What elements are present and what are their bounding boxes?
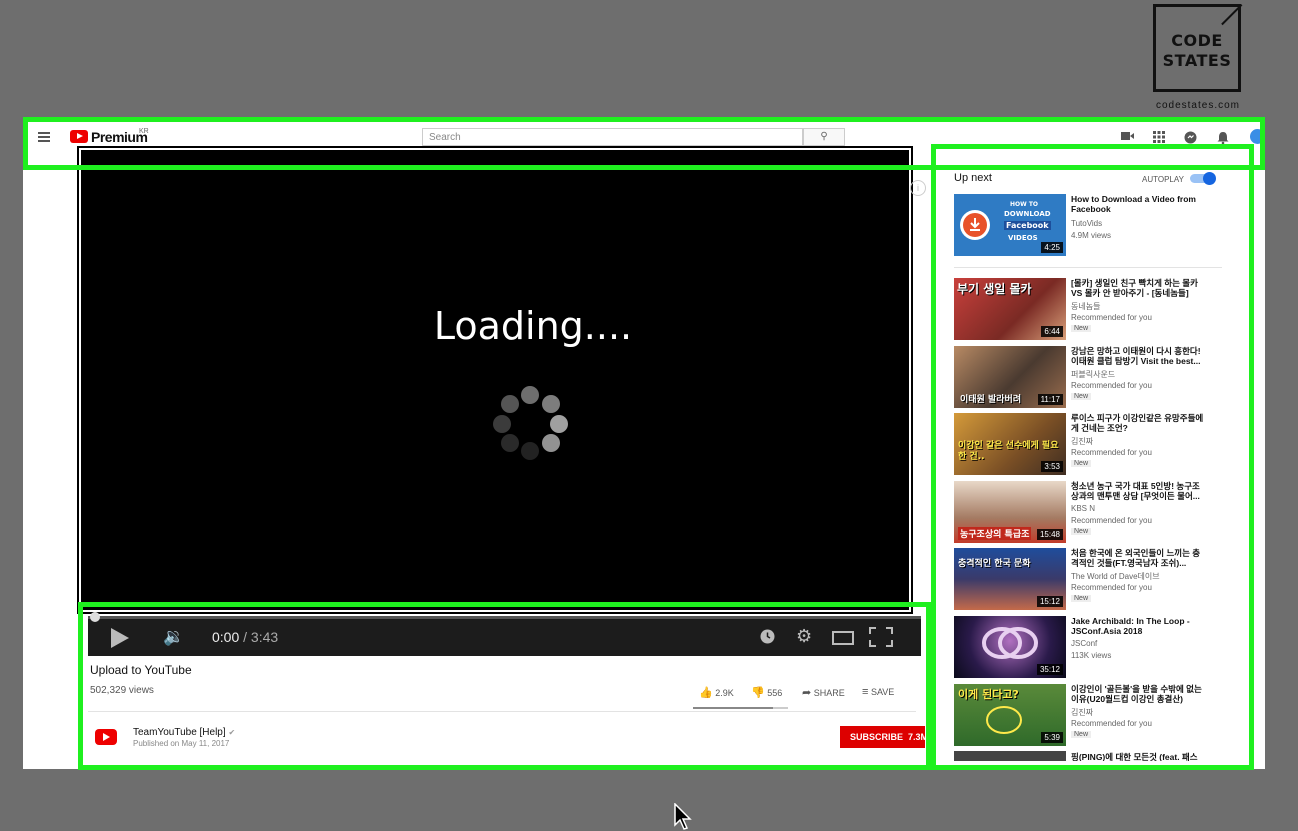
mouse-cursor-icon [674, 803, 692, 830]
logo-line-2: STATES [1162, 51, 1232, 70]
codestates-logo: CODE STATES [1153, 4, 1243, 92]
logo-url: codestates.com [1155, 100, 1241, 111]
video-player[interactable] [81, 150, 909, 610]
info-icon[interactable]: i [910, 180, 926, 196]
highlight-box-controls [78, 602, 931, 770]
loading-spinner-icon [490, 385, 570, 465]
logo-line-1: CODE [1171, 31, 1223, 50]
loading-text: Loading.... [433, 304, 633, 348]
highlight-box-sidebar [931, 144, 1254, 770]
